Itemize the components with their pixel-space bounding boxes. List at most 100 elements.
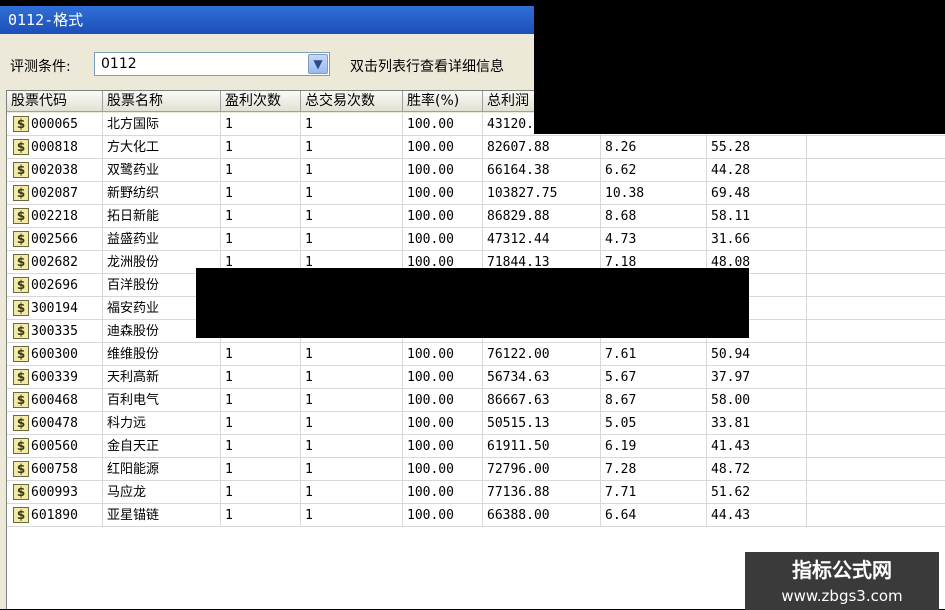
table-row[interactable]: $600468 百利电气 1 1 100.00 86667.63 8.67 58.00 xyxy=(7,389,945,412)
cell-wins: 1 xyxy=(221,205,301,228)
cell-profit: 61911.50 xyxy=(483,435,601,458)
cell-c7: 41.43 xyxy=(707,435,807,458)
cell-c6: 8.67 xyxy=(601,389,707,412)
chevron-down-icon[interactable]: ▼ xyxy=(308,54,328,74)
cell-trades: 1 xyxy=(301,389,403,412)
stock-code: 600560 xyxy=(31,439,78,454)
cell-code: $600560 xyxy=(7,435,103,458)
cell-trades: 1 xyxy=(301,366,403,389)
dollar-icon: $ xyxy=(13,185,29,201)
condition-value: 0112 xyxy=(101,56,137,72)
cell-c6: 5.05 xyxy=(601,412,707,435)
stock-code: 002682 xyxy=(31,255,78,270)
cell-extra xyxy=(807,182,945,205)
cell-code: $600478 xyxy=(7,412,103,435)
cell-trades: 1 xyxy=(301,504,403,527)
cell-name: 方大化工 xyxy=(103,136,221,159)
cell-rate: 100.00 xyxy=(403,343,483,366)
cell-c6: 8.26 xyxy=(601,136,707,159)
cell-code: $000065 xyxy=(7,113,103,136)
cell-wins: 1 xyxy=(221,389,301,412)
cell-wins: 1 xyxy=(221,504,301,527)
dollar-icon: $ xyxy=(13,208,29,224)
cell-name: 拓日新能 xyxy=(103,205,221,228)
cell-c6: 7.61 xyxy=(601,343,707,366)
cell-c7: 50.94 xyxy=(707,343,807,366)
table-row[interactable]: $002087 新野纺织 1 1 100.00 103827.75 10.38 69.48 xyxy=(7,182,945,205)
cell-wins: 1 xyxy=(221,458,301,481)
cell-profit: 76122.00 xyxy=(483,343,601,366)
watermark-title: 指标公式网 xyxy=(792,558,892,582)
cell-trades: 1 xyxy=(301,159,403,182)
cell-code: $300335 xyxy=(7,320,103,343)
cell-extra xyxy=(807,274,945,297)
cell-c6: 7.28 xyxy=(601,458,707,481)
cell-profit: 82607.88 xyxy=(483,136,601,159)
cell-name: 益盛药业 xyxy=(103,228,221,251)
cell-code: $600758 xyxy=(7,458,103,481)
cell-profit: 66388.00 xyxy=(483,504,601,527)
condition-select[interactable]: 0112 ▼ xyxy=(94,52,330,76)
dollar-icon: $ xyxy=(13,369,29,385)
results-table[interactable]: 股票代码 股票名称 盈利次数 总交易次数 胜率(%) 总利润 $000065 北方… xyxy=(6,90,945,609)
cell-profit: 66164.38 xyxy=(483,159,601,182)
cell-extra xyxy=(807,481,945,504)
stock-code: 600758 xyxy=(31,462,78,477)
cell-c6: 8.68 xyxy=(601,205,707,228)
cell-wins: 1 xyxy=(221,412,301,435)
window-title: 0112-格式 xyxy=(0,6,534,34)
cell-rate: 100.00 xyxy=(403,458,483,481)
cell-c7: 31.66 xyxy=(707,228,807,251)
cell-rate: 100.00 xyxy=(403,228,483,251)
cell-trades: 1 xyxy=(301,481,403,504)
cell-rate: 100.00 xyxy=(403,389,483,412)
cell-rate: 100.00 xyxy=(403,435,483,458)
table-row[interactable]: $002038 双鹭药业 1 1 100.00 66164.38 6.62 44.28 xyxy=(7,159,945,182)
stock-code: 601890 xyxy=(31,508,78,523)
table-row[interactable]: $600560 金自天正 1 1 100.00 61911.50 6.19 41.43 xyxy=(7,435,945,458)
cell-trades: 1 xyxy=(301,412,403,435)
col-header-trades[interactable]: 总交易次数 xyxy=(301,91,403,112)
table-row[interactable]: $000818 方大化工 1 1 100.00 82607.88 8.26 55.28 xyxy=(7,136,945,159)
cell-extra xyxy=(807,205,945,228)
cell-c7: 58.00 xyxy=(707,389,807,412)
table-row[interactable]: $601890 亚星锚链 1 1 100.00 66388.00 6.64 44.43 xyxy=(7,504,945,527)
dollar-icon: $ xyxy=(13,162,29,178)
cell-code: $600300 xyxy=(7,343,103,366)
cell-extra xyxy=(807,297,945,320)
table-row[interactable]: $002566 益盛药业 1 1 100.00 47312.44 4.73 31.66 xyxy=(7,228,945,251)
table-row[interactable]: $600478 科力远 1 1 100.00 50515.13 5.05 33.81 xyxy=(7,412,945,435)
dollar-icon: $ xyxy=(13,346,29,362)
table-row[interactable]: $600300 维维股份 1 1 100.00 76122.00 7.61 50.94 xyxy=(7,343,945,366)
stock-code: 600993 xyxy=(31,485,78,500)
col-header-name[interactable]: 股票名称 xyxy=(103,91,221,112)
table-row[interactable]: $600339 天利高新 1 1 100.00 56734.63 5.67 37.97 xyxy=(7,366,945,389)
cell-c6: 10.38 xyxy=(601,182,707,205)
cell-wins: 1 xyxy=(221,366,301,389)
dollar-icon: $ xyxy=(13,507,29,523)
dollar-icon: $ xyxy=(13,116,29,132)
cell-name: 维维股份 xyxy=(103,343,221,366)
col-header-rate[interactable]: 胜率(%) xyxy=(403,91,483,112)
col-header-code[interactable]: 股票代码 xyxy=(7,91,103,112)
condition-label: 评测条件: xyxy=(10,59,71,75)
cell-c6: 6.19 xyxy=(601,435,707,458)
cell-rate: 100.00 xyxy=(403,182,483,205)
cell-extra xyxy=(807,412,945,435)
table-row[interactable]: $600993 马应龙 1 1 100.00 77136.88 7.71 51.62 xyxy=(7,481,945,504)
stock-code: 002218 xyxy=(31,209,78,224)
cell-c7: 44.28 xyxy=(707,159,807,182)
cell-code: $600993 xyxy=(7,481,103,504)
cell-trades: 1 xyxy=(301,228,403,251)
col-header-wins[interactable]: 盈利次数 xyxy=(221,91,301,112)
cell-profit: 86829.88 xyxy=(483,205,601,228)
cell-name: 百利电气 xyxy=(103,389,221,412)
table-row[interactable]: $002218 拓日新能 1 1 100.00 86829.88 8.68 58.11 xyxy=(7,205,945,228)
table-row[interactable]: $600758 红阳能源 1 1 100.00 72796.00 7.28 48.72 xyxy=(7,458,945,481)
stock-code: 002038 xyxy=(31,163,78,178)
cell-rate: 100.00 xyxy=(403,113,483,136)
stock-code: 600339 xyxy=(31,370,78,385)
cell-trades: 1 xyxy=(301,458,403,481)
cell-c7: 58.11 xyxy=(707,205,807,228)
cell-profit: 50515.13 xyxy=(483,412,601,435)
